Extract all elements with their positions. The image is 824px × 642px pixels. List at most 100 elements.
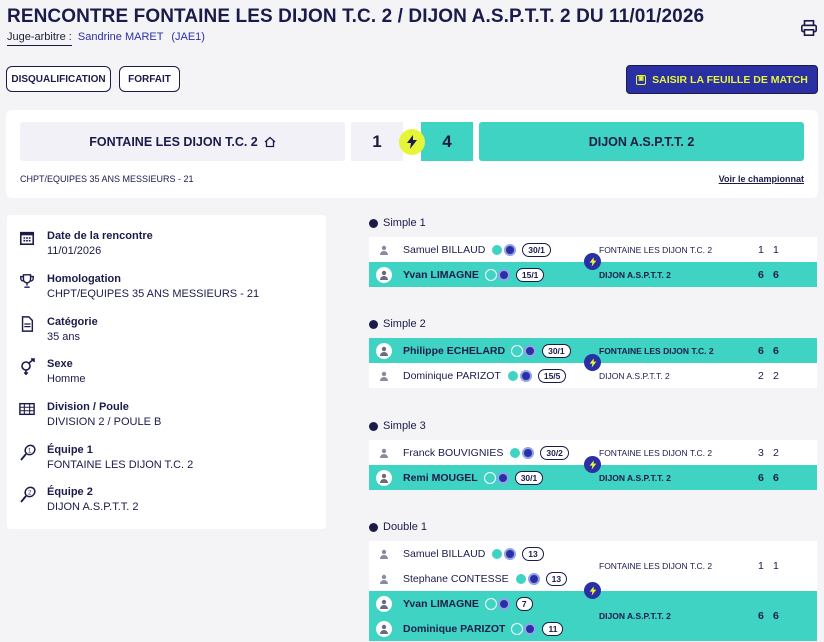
license-badge-icon	[522, 446, 535, 459]
ranking-badge: 30/2	[540, 445, 569, 460]
player-badges	[514, 572, 540, 585]
license-badge-icon	[524, 344, 537, 357]
player-name: Philippe ECHELARD	[403, 344, 506, 357]
ranking-badge: 30/1	[522, 242, 551, 257]
player-row[interactable]: Dominique PARIZOT 11	[369, 616, 817, 641]
player-name: Dominique PARIZOT	[403, 622, 506, 635]
tennis-ball-icon	[369, 522, 378, 532]
disqualification-button[interactable]: DISQUALIFICATION	[6, 66, 111, 92]
club-badge-icon	[514, 572, 527, 585]
club-badge-icon	[509, 446, 522, 459]
detail-label: Division / Poule	[47, 401, 129, 413]
player-badges	[484, 268, 510, 281]
match-page: RENCONTRE FONTAINE LES DIJON T.C. 2 / DI…	[0, 0, 824, 642]
team-name: FONTAINE LES DIJON T.C. 2	[599, 561, 713, 571]
lightning-icon	[584, 253, 601, 270]
player-row[interactable]: Samuel BILLAUD 13	[369, 541, 817, 566]
club-badge-icon	[506, 369, 519, 382]
set-score: 3	[758, 446, 764, 459]
player-badges	[509, 446, 535, 459]
scoreboard-card: FONTAINE LES DIJON T.C. 2 1 4 DIJON A.S.…	[6, 110, 818, 198]
player-name: Samuel BILLAUD	[403, 243, 486, 256]
tennis-ball-icon	[369, 421, 378, 431]
set-score: 1	[773, 560, 779, 572]
ranking-badge: 13	[522, 546, 544, 561]
player-badges	[484, 597, 510, 610]
detail-label: Date de la rencontre	[47, 230, 153, 242]
referee-code: (JAE1)	[171, 31, 205, 43]
club-badge-icon	[511, 344, 524, 357]
detail-label: Équipe 1	[47, 444, 93, 456]
player-name: Remi MOUGEL	[403, 471, 478, 484]
detail-value: FONTAINE LES DIJON T.C. 2	[47, 459, 194, 471]
tennis-ball-icon	[369, 218, 378, 228]
away-team-name: DIJON A.S.P.T.T. 2	[479, 122, 804, 161]
referee-line: Juge-arbitre : Sandrine MARET (JAE1)	[7, 31, 205, 46]
club-badge-icon	[491, 547, 504, 560]
avatar-icon	[376, 266, 392, 283]
document-icon	[19, 316, 37, 334]
detail-row: 1 Équipe 1 FONTAINE LES DIJON T.C. 2	[19, 444, 193, 471]
home-score: 1	[351, 122, 403, 161]
racket-2-icon: 2	[19, 486, 37, 504]
avatar-icon	[376, 546, 392, 562]
set-score: 6	[773, 344, 779, 357]
team-name: FONTAINE LES DIJON T.C. 2	[599, 447, 713, 458]
avatar-icon	[376, 595, 392, 612]
detail-row: 2 Équipe 2 DIJON A.S.P.T.T. 2	[19, 486, 139, 513]
calendar-icon	[19, 230, 37, 248]
team-name: FONTAINE LES DIJON T.C. 2	[599, 345, 714, 356]
avatar-icon	[376, 445, 392, 461]
detail-row: Sexe Homme	[19, 358, 86, 385]
gender-icon	[19, 358, 37, 376]
home-team-box: FONTAINE LES DIJON T.C. 2	[20, 122, 345, 161]
away-score: 4	[421, 122, 473, 161]
set-score: 1	[773, 243, 779, 256]
player-badges	[483, 471, 509, 484]
lightning-icon	[584, 354, 601, 371]
forfait-button[interactable]: FORFAIT	[119, 66, 180, 92]
player-badges	[511, 344, 537, 357]
player-name: Yvan LIMAGNE	[403, 597, 479, 610]
avatar-icon	[376, 342, 392, 359]
set-score: 6	[773, 471, 779, 484]
club-badge-icon	[484, 597, 497, 610]
player-name: Samuel BILLAUD	[403, 547, 486, 560]
match-section-title: Simple 1	[369, 217, 426, 229]
detail-value: 35 ans	[47, 331, 81, 343]
match-details-panel: Date de la rencontre 11/01/2026 Homologati…	[7, 215, 326, 529]
championship-link[interactable]: Voir le championnat	[719, 174, 804, 184]
enter-sheet-button[interactable]: ▣ SAISIR LA FEUILLE DE MATCH	[626, 65, 818, 94]
detail-value: DIJON A.S.P.T.T. 2	[47, 501, 139, 513]
license-badge-icon	[504, 243, 517, 256]
club-badge-icon	[491, 243, 504, 256]
license-badge-icon	[497, 597, 510, 610]
player-name: Stephane CONTESSE	[403, 572, 509, 585]
detail-label: Catégorie	[47, 316, 98, 328]
team-name: DIJON A.S.P.T.T. 2	[599, 472, 671, 483]
club-badge-icon	[511, 622, 524, 635]
ranking-badge: 7	[515, 596, 533, 611]
set-score: 6	[758, 471, 764, 484]
license-badge-icon	[497, 268, 510, 281]
club-badge-icon	[484, 268, 497, 281]
ranking-badge: 30/1	[542, 343, 571, 358]
license-badge-icon	[496, 471, 509, 484]
set-score: 6	[773, 268, 779, 281]
player-name: Yvan LIMAGNE	[403, 268, 479, 281]
enter-sheet-label: SAISIR LA FEUILLE DE MATCH	[652, 73, 808, 86]
player-name: Franck BOUVIGNIES	[403, 446, 504, 459]
detail-label: Équipe 2	[47, 486, 93, 498]
referee-name-link[interactable]: Sandrine MARET	[78, 31, 163, 43]
set-score: 1	[758, 560, 764, 572]
ranking-badge: 15/1	[515, 267, 545, 282]
printer-icon[interactable]	[800, 19, 818, 37]
team-name: DIJON A.S.P.T.T. 2	[599, 611, 671, 621]
match-section-title: Simple 3	[369, 420, 426, 432]
player-name: Dominique PARIZOT	[403, 369, 501, 382]
license-badge-icon	[504, 547, 517, 560]
set-score: 6	[758, 344, 764, 357]
set-score: 6	[758, 268, 764, 281]
player-badges	[506, 369, 532, 382]
match-title: Simple 1	[383, 217, 426, 229]
